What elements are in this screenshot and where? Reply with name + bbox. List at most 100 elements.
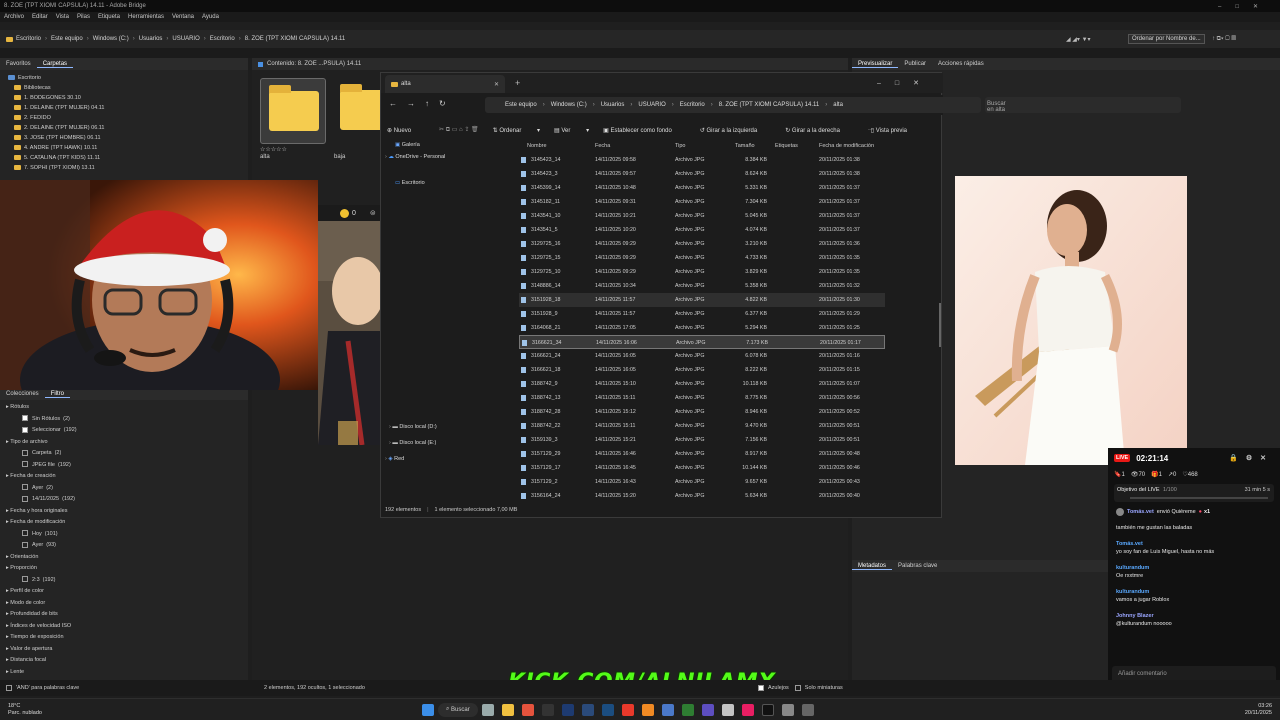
col-fecha[interactable]: Fecha (595, 143, 610, 149)
tab-colecciones[interactable]: Colecciones (0, 391, 45, 397)
app-icon[interactable] (721, 703, 734, 716)
filter-category[interactable]: ▸ Fecha de creación (0, 471, 248, 483)
file-row[interactable]: 3188742_13 14/11/2025 15:11 Archivo JPG 8.7… (519, 391, 885, 405)
file-row[interactable]: 3145423_3 14/11/2025 09:57 Archivo JPG 8.62… (519, 167, 885, 181)
filter-option[interactable]: Seleccionar (192) (0, 425, 248, 437)
tree-item[interactable]: 2. FEDIDO (0, 113, 248, 123)
col-fecha-mod[interactable]: Fecha de modificación (819, 143, 874, 149)
tab-filtro[interactable]: Filtro (44, 391, 71, 398)
path-crumb[interactable]: USUARIO (172, 36, 199, 42)
rotate-left-button[interactable]: ↺ Girar a la izquierda (700, 127, 771, 134)
path-crumb[interactable]: Este equipo (51, 36, 83, 42)
filter-category[interactable]: ▸ Fecha de modificación (0, 517, 248, 529)
tree-item[interactable]: Bibliotecas (0, 83, 248, 93)
filter-checkbox[interactable] (22, 576, 28, 583)
filter-option[interactable]: Carpeta (2) (0, 448, 248, 460)
tree-item[interactable]: 3. JOSE (TPT HOMBRE) 06.11 (0, 133, 248, 143)
app-icon[interactable] (641, 703, 654, 716)
brave-icon[interactable] (521, 703, 534, 716)
filter-option[interactable]: Sin Rótulos (2) (0, 414, 248, 426)
tab-carpetas[interactable]: Carpetas (36, 61, 74, 68)
content-tab-label[interactable]: Contenido: 8. ZOE ...PSULA) 14.11 (267, 61, 361, 67)
file-row[interactable]: 3143541_5 14/11/2025 10:20 Archivo JPG 4.07… (519, 223, 885, 237)
tree-item[interactable]: 5. CATALINA (TPT KIDS) 11.11 (0, 153, 248, 163)
breadcrumb[interactable]: Escritorio (680, 102, 705, 108)
window-controls[interactable]: –□✕ (877, 79, 933, 87)
photoshop-icon[interactable] (561, 703, 574, 716)
filter-option[interactable]: 2:3 (192) (0, 575, 248, 587)
tab-favoritos[interactable]: Favoritos (0, 61, 37, 67)
breadcrumb[interactable]: alta (833, 102, 843, 108)
file-row[interactable]: 3129725_10 14/11/2025 09:29 Archivo JPG 3.8… (519, 265, 885, 279)
col-tamano[interactable]: Tamaño (735, 143, 755, 149)
chat-username[interactable]: kulturandum (1116, 588, 1280, 596)
col-tipo[interactable]: Tipo (675, 143, 686, 149)
menu-editar[interactable]: Editar (32, 14, 48, 20)
tree-item[interactable]: Escritorio (0, 73, 248, 83)
filter-option[interactable]: Ayer (93) (0, 540, 248, 552)
filter-category[interactable]: ▸ Fecha y hora originales (0, 506, 248, 518)
filter-checkbox[interactable] (22, 461, 28, 468)
chat-username[interactable]: kulturandum (1116, 564, 1280, 572)
tab-publicar[interactable]: Publicar (898, 61, 932, 67)
app-icon[interactable] (741, 703, 754, 716)
menu-ventana[interactable]: Ventana (172, 14, 194, 20)
nav-onedrive[interactable]: › ☁ OneDrive - Personal (381, 151, 511, 163)
app-icon[interactable] (681, 703, 694, 716)
live-goal[interactable]: Objetivo del LIVE 1/100 31 min 5 s (1114, 484, 1274, 502)
rating-filter-icon[interactable]: ◢ ◢▾ ▼▾ (1066, 36, 1091, 43)
file-row[interactable]: 3145399_14 14/11/2025 10:48 Archivo JPG 5.3… (519, 181, 885, 195)
clock[interactable]: 03:26 20/11/2025 (1245, 703, 1272, 717)
and-keywords-checkbox[interactable] (6, 685, 12, 691)
path-crumb[interactable]: Usuarios (139, 36, 163, 42)
file-row[interactable]: 3151928_18 14/11/2025 11:57 Archivo JPG 4.8… (519, 293, 885, 307)
path-crumb[interactable]: 8. ZOE (TPT XIOMI CAPSULA) 14.11 (245, 36, 345, 42)
filter-checkbox[interactable] (22, 415, 28, 422)
tab-previsualizar[interactable]: Previsualizar (852, 61, 899, 68)
view-options-icon[interactable]: ↑ ⧉▾ ▢ ▤ (1212, 36, 1236, 43)
filter-checkbox[interactable] (22, 484, 28, 491)
scrollbar-thumb[interactable] (939, 303, 941, 347)
filter-checkbox[interactable] (22, 530, 28, 537)
breadcrumb[interactable]: USUARIO (638, 102, 665, 108)
breadcrumb[interactable]: Usuarios (601, 102, 625, 108)
cut-copy-icons[interactable]: ✂ ⧉ ▭ ⌂ ⇪ 🗑 (439, 126, 479, 134)
wallpaper-button[interactable]: ▣ Establecer como fondo (603, 127, 686, 134)
file-row[interactable]: 3156164_24 14/11/2025 15:20 Archivo JPG 5.6… (519, 489, 885, 503)
file-row[interactable]: 3129725_15 14/11/2025 09:29 Archivo JPG 4.7… (519, 251, 885, 265)
filter-category[interactable]: ▸ Índices de velocidad ISO (0, 621, 248, 633)
filter-category[interactable]: ▸ Rótulos (0, 402, 248, 414)
sort-dropdown[interactable]: Ordenar por Nombre de... (1128, 34, 1205, 44)
file-row[interactable]: 3148886_14 14/11/2025 10:34 Archivo JPG 5.3… (519, 279, 885, 293)
filter-category[interactable]: ▸ Proporción (0, 563, 248, 575)
nav-desktop[interactable]: ▭ Escritorio (381, 177, 511, 189)
file-row[interactable]: 3143541_10 14/11/2025 10:21 Archivo JPG 5.0… (519, 209, 885, 223)
menu-archivo[interactable]: Archivo (4, 14, 24, 20)
menu-ayuda[interactable]: Ayuda (202, 14, 219, 20)
nav-gallery[interactable]: ▣ Galería (381, 139, 511, 151)
nav-disk-d[interactable]: › ▬ Disco local (D:) (381, 421, 511, 433)
nav-disk-e[interactable]: › ▬ Disco local (E:) (381, 437, 511, 449)
view-button[interactable]: ▤ Ver ▾ (554, 127, 589, 134)
filter-category[interactable]: ▸ Orientación (0, 552, 248, 564)
taskbar-search[interactable]: ⌕ Buscar (438, 702, 478, 717)
file-row[interactable]: 3166621_34 14/11/2025 16:06 Archivo JPG 7.1… (519, 335, 885, 349)
filter-category[interactable]: ▸ Tipo de archivo (0, 437, 248, 449)
filter-option[interactable]: Ayer (2) (0, 483, 248, 495)
new-button[interactable]: ⊕ Nuevo (387, 127, 425, 134)
file-row[interactable]: 3188742_22 14/11/2025 15:11 Archivo JPG 9.4… (519, 419, 885, 433)
file-row[interactable]: 3164068_21 14/11/2025 17:05 Archivo JPG 5.2… (519, 321, 885, 335)
filter-option[interactable]: JPEG file (192) (0, 460, 248, 472)
file-row[interactable]: 3157129_29 14/11/2025 16:46 Archivo JPG 8.9… (519, 447, 885, 461)
file-row[interactable]: 3129725_16 14/11/2025 09:29 Archivo JPG 3.2… (519, 237, 885, 251)
breadcrumb[interactable]: Este equipo (505, 102, 537, 108)
tiktok-icon[interactable] (761, 703, 774, 716)
file-row[interactable]: 3166621_24 14/11/2025 16:05 Archivo JPG 6.0… (519, 349, 885, 363)
tree-item[interactable]: 1. BODEGONES 30.10 (0, 93, 248, 103)
filter-checkbox[interactable] (22, 449, 28, 456)
file-row[interactable]: 3166621_18 14/11/2025 16:05 Archivo JPG 8.2… (519, 363, 885, 377)
tree-item[interactable]: 1. DELAINE (TPT MUJER) 04.11 (0, 103, 248, 113)
tab-palabras-clave[interactable]: Palabras clave (892, 563, 943, 569)
filter-category[interactable]: ▸ Tiempo de exposición (0, 632, 248, 644)
sort-button[interactable]: ⇅ Ordenar ▾ (493, 127, 540, 134)
